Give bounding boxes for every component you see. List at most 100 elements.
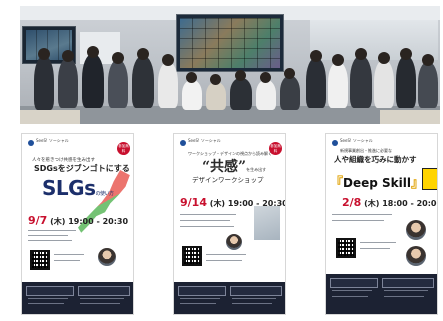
poster-title-main-text: SLGs: [42, 176, 96, 200]
speaker-avatar: [226, 234, 242, 250]
photo-person-head: [235, 70, 246, 81]
qr-code: [182, 246, 202, 266]
poster-date-time: (木) 18:00 - 20:00: [364, 199, 437, 208]
poster-title-main: “共感”を生み出す: [202, 156, 266, 176]
qr-code: [336, 238, 356, 258]
divider: [180, 214, 236, 215]
photo-desk-left: [20, 110, 80, 124]
photo-person-head: [400, 48, 412, 60]
poster-date-time: (木) 19:00 - 20:30: [50, 217, 129, 226]
photo-person: [328, 62, 348, 108]
photo-person-head: [62, 50, 74, 62]
poster-title-main-text: Deep Skill: [343, 176, 411, 190]
photo-person: [34, 56, 54, 110]
photo-person: [158, 62, 178, 108]
photo-floor: [20, 106, 440, 124]
poster-title-suffix: の使い方: [95, 191, 114, 197]
divider: [180, 220, 230, 221]
footer-line: [384, 290, 428, 291]
photo-person-head: [422, 54, 434, 66]
footer-line: [332, 290, 372, 291]
photo-video-wall: [176, 14, 284, 72]
photo-person-head: [284, 68, 295, 79]
divider: [54, 260, 80, 261]
poster-footer: [326, 274, 437, 314]
poster-header-text: SeeS! ソーシャル: [340, 138, 373, 143]
poster-title-line1: SDGsをジブンゴトにする: [34, 164, 130, 173]
poster-footer: [22, 282, 133, 314]
footer-line: [28, 303, 64, 304]
photo-person: [350, 56, 372, 108]
photo-person-head: [355, 48, 367, 60]
event-poster-3: SeeS! ソーシャル 新規事業創出・推進に必要な 人や組織を巧みに動かす 『D…: [326, 134, 437, 314]
logo-icon: [28, 140, 34, 146]
poster-title-main: 『Deep Skill』: [330, 172, 424, 191]
poster-date-num: 9/7: [28, 214, 48, 227]
footer-line: [28, 298, 68, 299]
poster-footer: [174, 282, 285, 314]
photo-person: [182, 80, 202, 110]
footer-line: [180, 298, 220, 299]
photo-person-head: [210, 74, 221, 85]
event-poster-2: SeeS! ソーシャル 参加無料 ワークショップ・デザインの視点から読み解く “…: [174, 134, 285, 314]
speaker-avatar: [406, 220, 426, 240]
poster-header: SeeS! ソーシャル: [28, 138, 69, 146]
divider: [206, 254, 246, 255]
poster-date-num: 2/8: [342, 196, 362, 209]
photo-person-head: [378, 52, 390, 64]
footer-box: [178, 286, 226, 296]
divider: [28, 235, 68, 236]
event-poster-1: SeeS! ソーシャル 参加無料 人々を惹きつけ共感を生み出す SDGsをジブン…: [22, 134, 133, 314]
photo-person: [396, 56, 416, 108]
poster-date-num: 9/14: [180, 196, 207, 209]
photo-person: [58, 58, 78, 108]
footer-line: [180, 303, 216, 304]
group-photo: [20, 6, 440, 124]
footer-line: [384, 296, 424, 297]
divider: [180, 226, 234, 227]
photo-person-head: [162, 54, 174, 66]
footer-line: [332, 296, 368, 297]
poster-date: 2/8 (木) 18:00 - 20:00: [342, 196, 437, 209]
photo-person-head: [38, 48, 50, 60]
photo-right-wall: [310, 20, 438, 60]
photo-person: [230, 78, 252, 110]
photo-person: [280, 76, 300, 110]
photo-person-head: [87, 46, 99, 58]
poster-title-line1: 人や組織を巧みに動かす: [334, 155, 417, 164]
photo-person: [132, 56, 154, 108]
qr-code: [30, 250, 50, 270]
photo-person: [206, 82, 226, 110]
speaker-avatar: [98, 248, 116, 266]
logo-icon: [180, 140, 186, 146]
photo-person-head: [137, 48, 149, 60]
footer-line: [232, 298, 276, 299]
footer-box: [382, 278, 434, 288]
footer-line: [232, 303, 272, 304]
poster-header: SeeS! ソーシャル: [180, 138, 221, 146]
photo-person-head: [260, 72, 271, 83]
divider: [360, 242, 396, 243]
photo-person: [82, 54, 104, 108]
poster-header: SeeS! ソーシャル: [332, 138, 373, 146]
footer-line: [80, 303, 120, 304]
divider: [332, 214, 392, 215]
footer-box: [26, 286, 74, 296]
photo-person-head: [310, 50, 322, 62]
divider: [28, 230, 76, 231]
divider: [28, 240, 72, 241]
divider: [206, 260, 242, 261]
event-photo: [254, 206, 280, 240]
photo-person: [418, 62, 438, 108]
photo-person: [374, 60, 394, 108]
photo-person: [306, 58, 326, 108]
poster-header-text: SeeS! ソーシャル: [188, 138, 221, 143]
photo-person: [256, 80, 276, 110]
poster-title-main-text: “共感”: [202, 159, 247, 175]
photo-person-head: [332, 54, 344, 66]
footer-line: [80, 298, 124, 299]
divider: [332, 220, 384, 221]
footer-box: [330, 278, 378, 288]
footer-box: [230, 286, 282, 296]
speaker-avatar: [406, 246, 426, 266]
